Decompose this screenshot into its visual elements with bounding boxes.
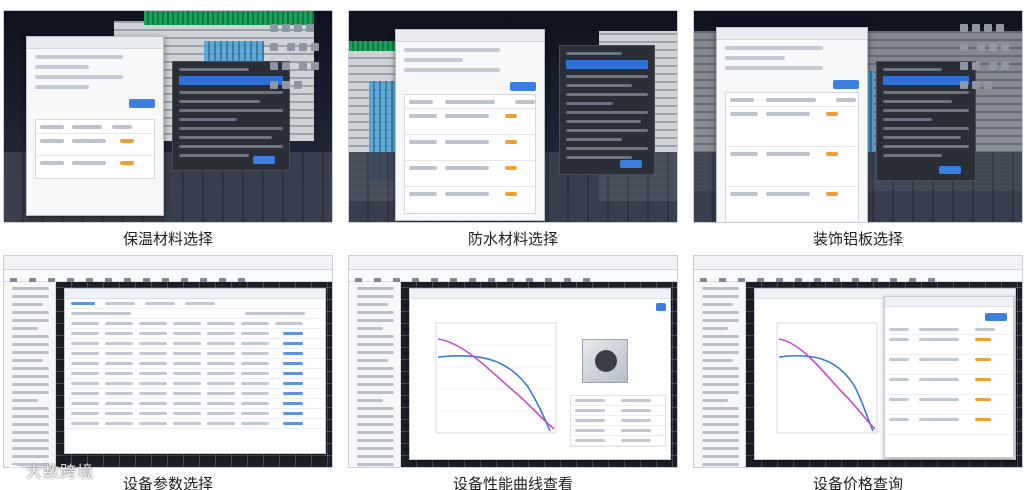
material-dialog (26, 36, 164, 216)
toolbar (958, 19, 1016, 95)
material-dialog (395, 29, 545, 221)
panel-insulation: 保温材料选择 (3, 10, 333, 249)
export-button[interactable] (656, 303, 666, 311)
performance-window (409, 288, 671, 460)
screenshot-price-query (693, 255, 1023, 468)
equipment-table-window (64, 288, 326, 454)
property-panel (559, 45, 655, 175)
screenshot-equipment-params (3, 255, 333, 468)
panel-caption: 防水材料选择 (467, 230, 558, 248)
screenshot-waterproof (348, 10, 678, 223)
project-tree (694, 282, 746, 467)
search-button[interactable] (129, 99, 155, 108)
material-dialog (716, 27, 868, 222)
panel-caption: 装饰铝板选择 (812, 230, 903, 248)
query-button[interactable] (985, 313, 1007, 321)
toolbar (268, 19, 326, 95)
panel-performance-curve: 设备性能曲线查看 (348, 255, 678, 490)
screenshot-performance-curve (348, 255, 678, 468)
project-tree (349, 282, 401, 467)
panel-aluminium: 装饰铝板选择 (693, 10, 1023, 249)
project-tree (4, 282, 56, 467)
panel-equipment-params: 设备参数选择 (3, 255, 333, 490)
performance-curve-chart (776, 322, 878, 434)
search-button[interactable] (833, 80, 859, 89)
panel-caption: 保温材料选择 (122, 230, 213, 248)
performance-curve-chart (435, 322, 557, 434)
panel-price-query: 设备价格查询 (693, 255, 1023, 490)
screenshot-aluminium (693, 10, 1023, 223)
watermark: 大数跨境 (8, 458, 94, 482)
search-button[interactable] (510, 82, 536, 91)
panel-caption: 设备价格查询 (812, 475, 903, 490)
equipment-image (582, 339, 628, 383)
panel-waterproof: 防水材料选择 (348, 10, 678, 249)
panel-caption: 设备性能曲线查看 (452, 475, 573, 490)
confirm-button[interactable] (253, 156, 275, 164)
watermark-logo-icon (8, 465, 22, 479)
screenshot-insulation (3, 10, 333, 223)
price-dialog (884, 296, 1014, 458)
watermark-text: 大数跨境 (26, 462, 95, 481)
confirm-button[interactable] (939, 166, 961, 174)
confirm-button[interactable] (620, 160, 642, 168)
